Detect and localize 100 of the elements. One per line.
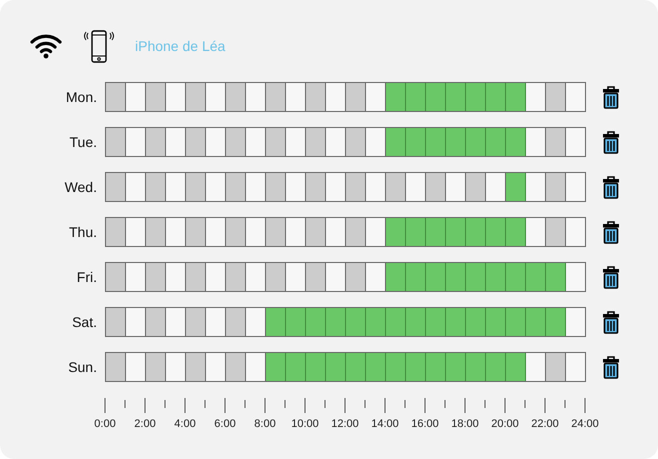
hour-cell[interactable] xyxy=(206,263,226,291)
hour-cell[interactable] xyxy=(466,218,486,246)
hour-cell[interactable] xyxy=(246,263,266,291)
hour-cell[interactable] xyxy=(506,128,526,156)
hour-cell[interactable] xyxy=(346,218,366,246)
hour-cell[interactable] xyxy=(566,173,586,201)
delete-icon[interactable] xyxy=(602,86,620,108)
hour-cell[interactable] xyxy=(166,308,186,336)
hour-cell[interactable] xyxy=(346,308,366,336)
hour-cell[interactable] xyxy=(406,353,426,381)
hour-cell[interactable] xyxy=(526,353,546,381)
hour-cell[interactable] xyxy=(286,128,306,156)
hour-cell[interactable] xyxy=(446,263,466,291)
hour-cell[interactable] xyxy=(486,353,506,381)
hour-cell[interactable] xyxy=(246,353,266,381)
hour-cell[interactable] xyxy=(466,263,486,291)
hour-cell[interactable] xyxy=(226,308,246,336)
hour-cell[interactable] xyxy=(146,218,166,246)
hour-cell[interactable] xyxy=(506,83,526,111)
hour-cell[interactable] xyxy=(226,128,246,156)
delete-icon[interactable] xyxy=(602,266,620,288)
hour-cell[interactable] xyxy=(466,308,486,336)
hour-cell[interactable] xyxy=(186,263,206,291)
hour-cell[interactable] xyxy=(286,308,306,336)
hour-cell[interactable] xyxy=(386,128,406,156)
hour-cell[interactable] xyxy=(126,83,146,111)
hour-cell[interactable] xyxy=(506,308,526,336)
hour-cell[interactable] xyxy=(546,263,566,291)
hour-cell[interactable] xyxy=(286,353,306,381)
hour-cell[interactable] xyxy=(386,218,406,246)
hour-cell[interactable] xyxy=(226,218,246,246)
hour-cell[interactable] xyxy=(366,83,386,111)
hour-cell[interactable] xyxy=(246,128,266,156)
hour-cell[interactable] xyxy=(446,83,466,111)
hour-cell[interactable] xyxy=(186,218,206,246)
hour-cell[interactable] xyxy=(346,263,366,291)
hour-cell[interactable] xyxy=(546,128,566,156)
hour-cell[interactable] xyxy=(186,308,206,336)
hour-cell[interactable] xyxy=(126,308,146,336)
hour-cell[interactable] xyxy=(246,308,266,336)
hour-cell[interactable] xyxy=(306,218,326,246)
hour-cell[interactable] xyxy=(486,218,506,246)
hour-cell[interactable] xyxy=(386,83,406,111)
hour-cell[interactable] xyxy=(486,263,506,291)
hour-cell[interactable] xyxy=(426,83,446,111)
hour-cell[interactable] xyxy=(186,128,206,156)
hour-cell[interactable] xyxy=(526,83,546,111)
hour-cell[interactable] xyxy=(166,218,186,246)
hour-cell[interactable] xyxy=(206,353,226,381)
delete-icon[interactable] xyxy=(602,310,620,334)
hour-cell[interactable] xyxy=(206,308,226,336)
hour-cell[interactable] xyxy=(526,263,546,291)
hour-cell[interactable] xyxy=(446,308,466,336)
hour-cell[interactable] xyxy=(346,128,366,156)
hour-cell[interactable] xyxy=(326,173,346,201)
hour-cell[interactable] xyxy=(446,353,466,381)
hour-cell[interactable] xyxy=(266,263,286,291)
delete-icon[interactable] xyxy=(602,130,620,154)
delete-icon[interactable] xyxy=(602,220,620,244)
hour-cell[interactable] xyxy=(546,83,566,111)
hour-cell[interactable] xyxy=(246,173,266,201)
hour-cell[interactable] xyxy=(306,83,326,111)
hour-cell[interactable] xyxy=(466,353,486,381)
hour-cell[interactable] xyxy=(226,173,246,201)
hour-cell[interactable] xyxy=(106,308,126,336)
hour-cell[interactable] xyxy=(486,128,506,156)
hour-cell[interactable] xyxy=(426,128,446,156)
hour-cell[interactable] xyxy=(566,218,586,246)
hour-cell[interactable] xyxy=(446,128,466,156)
hour-cell[interactable] xyxy=(566,128,586,156)
hour-cell[interactable] xyxy=(286,173,306,201)
hour-cell[interactable] xyxy=(486,308,506,336)
hour-cell[interactable] xyxy=(366,353,386,381)
hour-cell[interactable] xyxy=(106,83,126,111)
hour-cell[interactable] xyxy=(466,83,486,111)
hour-cell[interactable] xyxy=(366,173,386,201)
hour-cell[interactable] xyxy=(126,173,146,201)
hour-cell[interactable] xyxy=(546,218,566,246)
hour-cell[interactable] xyxy=(566,353,586,381)
hour-cell[interactable] xyxy=(206,173,226,201)
hour-cell[interactable] xyxy=(526,173,546,201)
hour-cell[interactable] xyxy=(186,173,206,201)
hour-cell[interactable] xyxy=(166,353,186,381)
hour-cell[interactable] xyxy=(486,83,506,111)
hour-cell[interactable] xyxy=(426,308,446,336)
hour-cell[interactable] xyxy=(106,173,126,201)
hour-cell[interactable] xyxy=(406,173,426,201)
hour-cell[interactable] xyxy=(346,83,366,111)
hour-cell[interactable] xyxy=(526,128,546,156)
hour-cell[interactable] xyxy=(546,353,566,381)
hour-cell[interactable] xyxy=(426,218,446,246)
hour-cell[interactable] xyxy=(486,173,506,201)
hour-cell[interactable] xyxy=(106,218,126,246)
hour-cell[interactable] xyxy=(566,263,586,291)
hour-cell[interactable] xyxy=(146,173,166,201)
hour-cell[interactable] xyxy=(306,263,326,291)
hour-cell[interactable] xyxy=(506,173,526,201)
hour-cell[interactable] xyxy=(146,263,166,291)
hour-cell[interactable] xyxy=(226,353,246,381)
hour-cell[interactable] xyxy=(386,353,406,381)
